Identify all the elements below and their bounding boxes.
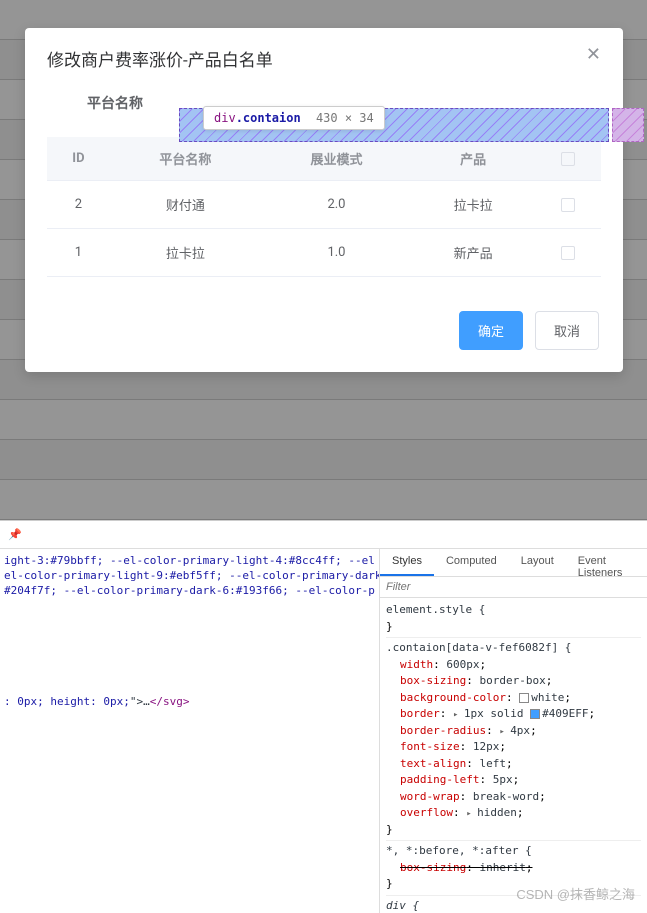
th-product: 产品 (412, 137, 534, 181)
checkbox-row[interactable] (561, 198, 575, 212)
cell-product: 新产品 (412, 229, 534, 277)
brace: } (386, 619, 641, 636)
swatch-icon[interactable] (530, 709, 540, 719)
pin-icon[interactable]: 📌 (8, 528, 22, 541)
brace: } (386, 822, 641, 839)
universal-selector: *, *:before, *:after { (386, 843, 641, 860)
element-style-selector: element.style { (386, 602, 641, 619)
platform-label: 平台名称 (75, 93, 155, 113)
inspected-margin-highlight (612, 108, 644, 142)
devtools-body: ight-3:#79bbff; --el-color-primary-light… (0, 549, 647, 913)
tab-layout[interactable]: Layout (509, 549, 566, 576)
modal-footer: 确定 取消 (25, 277, 623, 350)
th-mode: 展业模式 (261, 137, 412, 181)
cell-id: 2 (47, 181, 110, 229)
elements-line: ight-3:#79bbff; --el-color-primary-light… (4, 554, 375, 567)
swatch-icon[interactable] (519, 693, 529, 703)
confirm-button[interactable]: 确定 (459, 311, 523, 350)
elements-panel[interactable]: ight-3:#79bbff; --el-color-primary-light… (0, 549, 380, 913)
tab-styles[interactable]: Styles (380, 549, 434, 576)
devtools-toolbar: 📌 (0, 521, 647, 549)
cancel-button[interactable]: 取消 (535, 311, 599, 350)
styles-panel: Styles Computed Layout Event Listeners e… (380, 549, 647, 913)
cell-id: 1 (47, 229, 110, 277)
cell-platform: 拉卡拉 (110, 229, 261, 277)
filter-input[interactable] (380, 577, 647, 597)
table-row: 2 财付通 2.0 拉卡拉 (47, 181, 601, 229)
table-row: 1 拉卡拉 1.0 新产品 (47, 229, 601, 277)
devtools-panel: 📌 ight-3:#79bbff; --el-color-primary-lig… (0, 520, 647, 913)
cell-mode: 1.0 (261, 229, 412, 277)
tooltip-class: .contaion (236, 111, 301, 125)
th-id: ID (47, 137, 110, 181)
cell-checkbox (534, 229, 601, 277)
close-icon[interactable]: ✕ (586, 46, 601, 64)
tab-event-listeners[interactable]: Event Listeners (566, 549, 647, 576)
modal-title: 修改商户费率涨价-产品白名单 (47, 46, 273, 71)
table-header-row: ID 平台名称 展业模式 产品 (47, 137, 601, 181)
watermark: CSDN @抹香鲸之海 (516, 884, 635, 903)
cell-checkbox (534, 181, 601, 229)
element-tooltip: div.contaion 430 × 34 (203, 106, 385, 130)
elements-line: #204f7f; --el-color-primary-dark-6:#193f… (4, 584, 375, 597)
checkbox-all[interactable] (561, 152, 575, 166)
styles-filter (380, 577, 647, 598)
tab-computed[interactable]: Computed (434, 549, 509, 576)
checkbox-row[interactable] (561, 246, 575, 260)
contaion-selector: .contaion[data-v-fef6082f] { (386, 640, 641, 657)
styles-content[interactable]: element.style { } .contaion[data-v-fef60… (380, 598, 647, 913)
elements-line: : 0px; height: 0px;">…</svg> (4, 695, 189, 708)
elements-line: el-color-primary-light-9:#ebf5ff; --el-c… (4, 569, 380, 582)
whitelist-table: ID 平台名称 展业模式 产品 2 财付通 2.0 拉卡拉 1 拉卡拉 1.0 … (47, 137, 601, 277)
cell-mode: 2.0 (261, 181, 412, 229)
th-platform: 平台名称 (110, 137, 261, 181)
modal-dialog: 修改商户费率涨价-产品白名单 ✕ div.contaion 430 × 34 平… (25, 28, 623, 372)
cell-platform: 财付通 (110, 181, 261, 229)
tooltip-tag: div (214, 111, 236, 125)
th-checkbox (534, 137, 601, 181)
modal-header: 修改商户费率涨价-产品白名单 ✕ (25, 28, 623, 93)
tooltip-dimensions: 430 × 34 (316, 111, 374, 125)
styles-tabs: Styles Computed Layout Event Listeners (380, 549, 647, 577)
cell-product: 拉卡拉 (412, 181, 534, 229)
